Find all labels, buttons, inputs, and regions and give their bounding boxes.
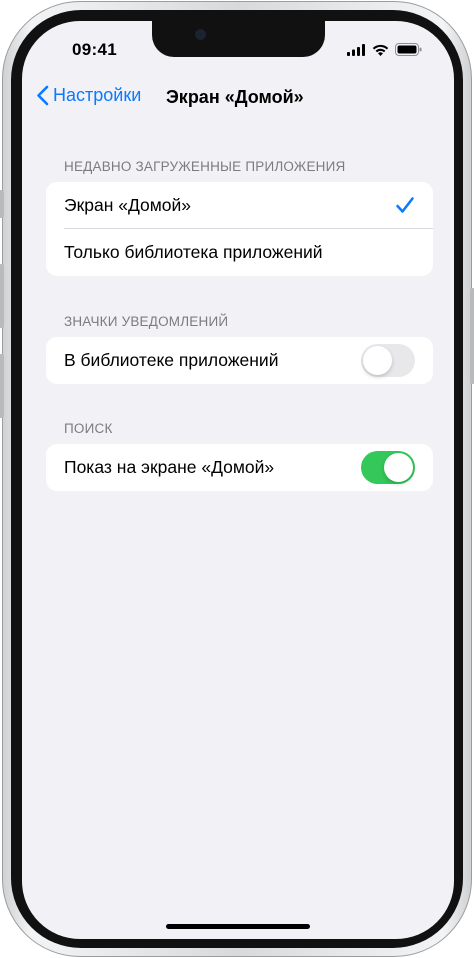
page-title: Экран «Домой» bbox=[166, 87, 304, 107]
status-time: 09:41 bbox=[72, 40, 117, 59]
status-icons bbox=[347, 43, 422, 56]
bezel: 09:41 Настройки Экран «Домой» НЕДАВНО ЗА… bbox=[11, 10, 463, 948]
checkmark-icon bbox=[396, 197, 414, 213]
back-button-label: Настройки bbox=[53, 85, 142, 105]
setting-row-show-on-home-screen: Показ на экране «Домой» bbox=[46, 444, 433, 491]
setting-label: В библиотеке приложений bbox=[64, 350, 279, 370]
phone-frame: 09:41 Настройки Экран «Домой» НЕДАВНО ЗА… bbox=[0, 1, 474, 957]
signal-icon bbox=[347, 43, 365, 56]
setting-label: Показ на экране «Домой» bbox=[64, 457, 275, 477]
action-button bbox=[0, 190, 4, 218]
navigation-bar: Настройки Экран «Домой» bbox=[22, 83, 454, 113]
recent-apps-group: Экран «Домой» Только библиотека приложен… bbox=[46, 182, 433, 276]
option-label: Экран «Домой» bbox=[64, 195, 192, 215]
option-home-screen[interactable]: Экран «Домой» bbox=[46, 182, 433, 229]
app-library-badges-toggle[interactable] bbox=[361, 344, 415, 377]
wifi-icon bbox=[372, 44, 389, 56]
setting-row-app-library-badges: В библиотеке приложений bbox=[46, 337, 433, 384]
volume-down-button bbox=[0, 354, 4, 418]
section-header-recent-apps: НЕДАВНО ЗАГРУЖЕННЫЕ ПРИЛОЖЕНИЯ bbox=[64, 159, 346, 174]
home-indicator[interactable] bbox=[166, 924, 310, 929]
section-header-search: ПОИСК bbox=[64, 421, 113, 436]
badges-group: В библиотеке приложений bbox=[46, 337, 433, 384]
battery-icon bbox=[395, 43, 422, 56]
option-app-library-only[interactable]: Только библиотека приложений bbox=[46, 229, 433, 276]
option-label: Только библиотека приложений bbox=[64, 242, 323, 262]
back-button[interactable]: Настройки bbox=[36, 85, 141, 106]
chevron-left-icon bbox=[37, 85, 49, 106]
volume-up-button bbox=[0, 264, 4, 328]
show-on-home-screen-toggle[interactable] bbox=[361, 451, 415, 484]
notch bbox=[152, 21, 325, 57]
camera-icon bbox=[195, 29, 206, 40]
toggle-knob bbox=[363, 346, 392, 375]
power-button bbox=[470, 288, 474, 384]
toggle-knob bbox=[384, 453, 413, 482]
screen: 09:41 Настройки Экран «Домой» НЕДАВНО ЗА… bbox=[22, 21, 454, 939]
section-header-badges: ЗНАЧКИ УВЕДОМЛЕНИЙ bbox=[64, 314, 229, 329]
search-group: Показ на экране «Домой» bbox=[46, 444, 433, 491]
